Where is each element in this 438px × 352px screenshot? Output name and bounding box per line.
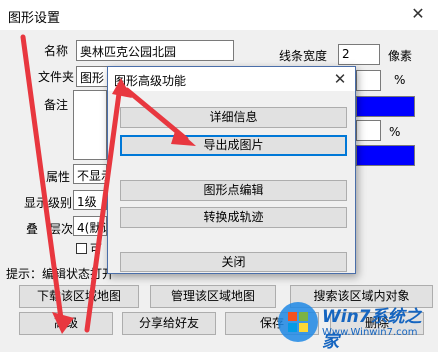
advanced-dialog: 图形高级功能 ✕ 详细信息 导出成图片 图形点编辑 转换成轨迹 关闭 (107, 66, 356, 274)
readonly-checkbox[interactable] (76, 243, 87, 254)
display-level-label: 显示级别 (24, 196, 73, 210)
attr-label: 属性 (46, 170, 71, 184)
display-level-select[interactable]: 1级 (73, 190, 107, 210)
dialog-titlebar: 图形高级功能 ✕ (108, 67, 355, 91)
convert-track-button[interactable]: 转换成轨迹 (120, 207, 347, 228)
folder-label: 文件夹 (38, 70, 75, 84)
overlay-label-fragment: 叠 (26, 222, 39, 236)
download-region-button[interactable]: 下载该区域地图 (19, 285, 139, 308)
attr-select[interactable]: 不显示 (73, 164, 107, 184)
advanced-button[interactable]: 高级 (19, 312, 113, 335)
line-width-label: 线条宽度 (279, 49, 328, 63)
overlay-select[interactable]: 4(默认 (73, 216, 107, 236)
details-button[interactable]: 详细信息 (120, 107, 347, 128)
share-button[interactable]: 分享给好友 (122, 312, 216, 335)
line-width-input[interactable]: 2 (338, 44, 380, 65)
line-width-unit: 像素 (388, 49, 413, 63)
note-textarea[interactable] (73, 90, 107, 160)
line-opacity-unit: % (394, 73, 406, 87)
edit-points-button[interactable]: 图形点编辑 (120, 180, 347, 201)
overlay-label-tail: 层次 (49, 222, 74, 236)
name-label: 名称 (44, 44, 69, 58)
window-titlebar: 图形设置 ✕ (0, 0, 438, 30)
fill-opacity-input[interactable] (356, 120, 381, 141)
window-close-button[interactable]: ✕ (407, 3, 429, 25)
watermark-logo: Win7系统之家 Www.Winwin7.com (276, 298, 438, 352)
line-opacity-input[interactable] (356, 70, 381, 91)
dialog-close-button[interactable]: ✕ (329, 68, 351, 90)
note-label: 备注 (44, 98, 69, 112)
window-title: 图形设置 (8, 11, 61, 26)
name-input[interactable]: 奥林匹克公园北园 (76, 40, 234, 61)
manage-region-button[interactable]: 管理该区域地图 (150, 285, 276, 308)
export-image-button[interactable]: 导出成图片 (120, 135, 347, 156)
dialog-close-action-button[interactable]: 关闭 (120, 252, 347, 272)
hint-text: 提示：编辑状态打开 (6, 267, 115, 281)
dialog-title: 图形高级功能 (114, 74, 187, 88)
checkbox-label-fragment: 可 (90, 242, 103, 256)
line-color-swatch[interactable] (356, 96, 415, 117)
fill-color-swatch[interactable] (356, 145, 415, 166)
fill-opacity-unit: % (389, 125, 401, 139)
windows-logo-icon (278, 302, 318, 342)
watermark-url: Www.Winwin7.com (322, 327, 418, 338)
